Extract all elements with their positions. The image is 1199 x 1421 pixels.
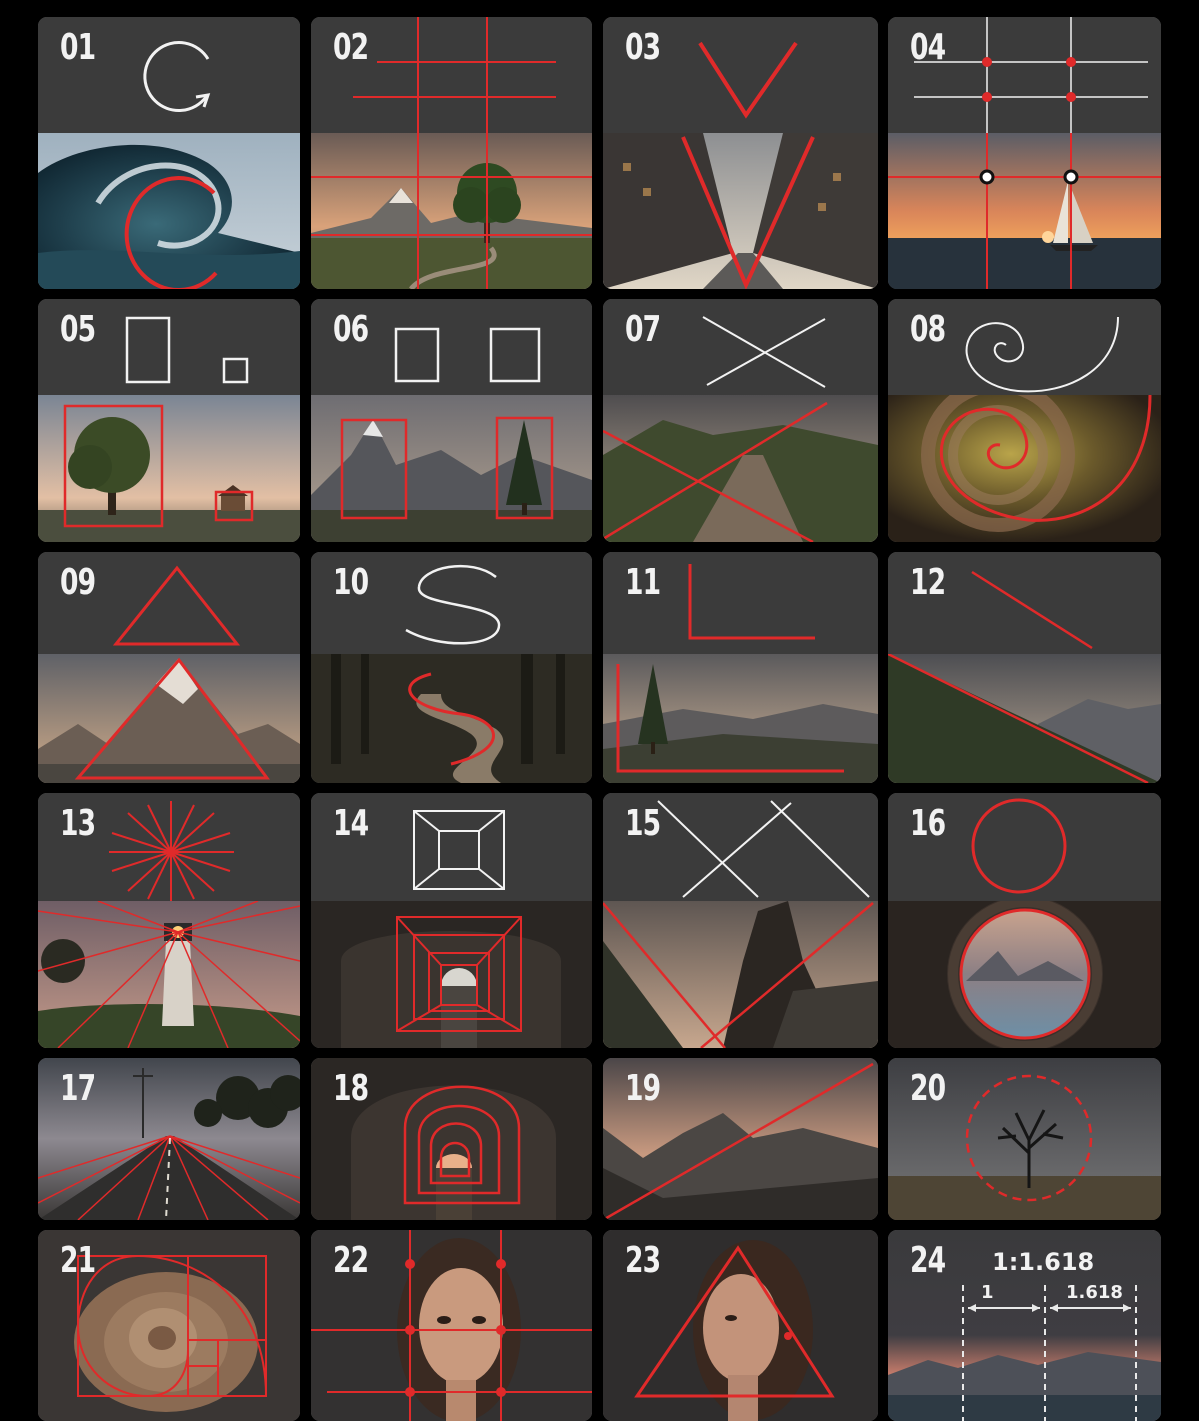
card-08[interactable]: 08 xyxy=(888,299,1161,542)
cross-guides xyxy=(603,401,828,542)
card-number: 24 xyxy=(910,1240,946,1281)
photo-mountain-peak xyxy=(38,654,300,783)
photo-hillside xyxy=(888,654,1161,783)
spiral-icon xyxy=(965,316,1119,393)
card-header: 14 xyxy=(311,793,592,901)
photo-spiral-staircase xyxy=(888,395,1161,542)
card-01[interactable]: 01 xyxy=(38,17,300,289)
card-header: 08 xyxy=(888,299,1161,395)
card-05[interactable]: 05 xyxy=(38,299,300,542)
photo-forest-path xyxy=(311,654,592,783)
card-24[interactable]: 1:1.618 1 1.618 24 xyxy=(888,1230,1161,1421)
card-header: 13 xyxy=(38,793,300,901)
card-11[interactable]: 11 xyxy=(603,552,878,783)
diagonal-line-icon xyxy=(971,570,1093,650)
card-18[interactable]: 18 xyxy=(311,1058,592,1220)
card-02[interactable]: 02 xyxy=(311,17,592,289)
card-number: 17 xyxy=(60,1068,96,1109)
card-16[interactable]: 16 xyxy=(888,793,1161,1048)
size-contrast-guides xyxy=(63,404,254,528)
card-06[interactable]: 06 xyxy=(311,299,592,542)
l-shape-guides xyxy=(616,664,844,773)
card-15[interactable]: 15 xyxy=(603,793,878,1048)
card-13[interactable]: 13 xyxy=(38,793,300,1048)
card-09[interactable]: 09 xyxy=(38,552,300,783)
card-23[interactable]: 23 xyxy=(603,1230,878,1421)
circle-icon xyxy=(971,798,1067,894)
grid-points-icon xyxy=(888,17,1161,289)
card-14[interactable]: 14 xyxy=(311,793,592,1048)
card-03[interactable]: 03 xyxy=(603,17,878,289)
photo-cave-window xyxy=(888,901,1161,1048)
s-curve-icon xyxy=(405,564,501,645)
segment-a-label: 1 xyxy=(981,1282,994,1303)
card-20[interactable]: 20 xyxy=(888,1058,1161,1220)
card-10[interactable]: 10 xyxy=(311,552,592,783)
card-19[interactable]: 19 xyxy=(603,1058,878,1220)
ratio-label: 1:1.618 xyxy=(992,1248,1094,1276)
card-04[interactable]: 04 xyxy=(888,17,1161,289)
card-21[interactable]: 21 xyxy=(38,1230,300,1421)
card-number: 21 xyxy=(60,1240,96,1281)
card-number: 19 xyxy=(625,1068,661,1109)
card-header: 10 xyxy=(311,552,592,654)
card-header: 01 xyxy=(38,17,300,133)
card-number: 18 xyxy=(333,1068,369,1109)
balance-guides xyxy=(340,416,554,520)
card-17[interactable]: 17 xyxy=(38,1058,300,1220)
card-number: 23 xyxy=(625,1240,661,1281)
radial-burst-icon xyxy=(109,801,234,901)
card-number: 22 xyxy=(333,1240,369,1281)
thirds-grid-icon xyxy=(311,17,592,289)
photo-lighthouse xyxy=(38,901,300,1048)
tunnel-frame-icon xyxy=(413,810,505,890)
triangle-icon xyxy=(112,565,241,646)
v-lines-icon xyxy=(681,41,815,289)
curved-arrow-icon xyxy=(143,41,211,112)
card-22[interactable]: 22 xyxy=(311,1230,592,1421)
card-07[interactable]: 07 xyxy=(603,299,878,542)
card-12[interactable]: 12 xyxy=(888,552,1161,783)
segment-b-label: 1.618 xyxy=(1066,1282,1123,1303)
photo-tunnel xyxy=(311,901,592,1048)
photo-ocean-wave xyxy=(38,133,300,289)
card-header: 09 xyxy=(38,552,300,654)
card-header: 12 xyxy=(888,552,1161,654)
card-header: 16 xyxy=(888,793,1161,901)
double-diagonal-icon xyxy=(603,800,874,1048)
card-number: 20 xyxy=(910,1068,946,1109)
